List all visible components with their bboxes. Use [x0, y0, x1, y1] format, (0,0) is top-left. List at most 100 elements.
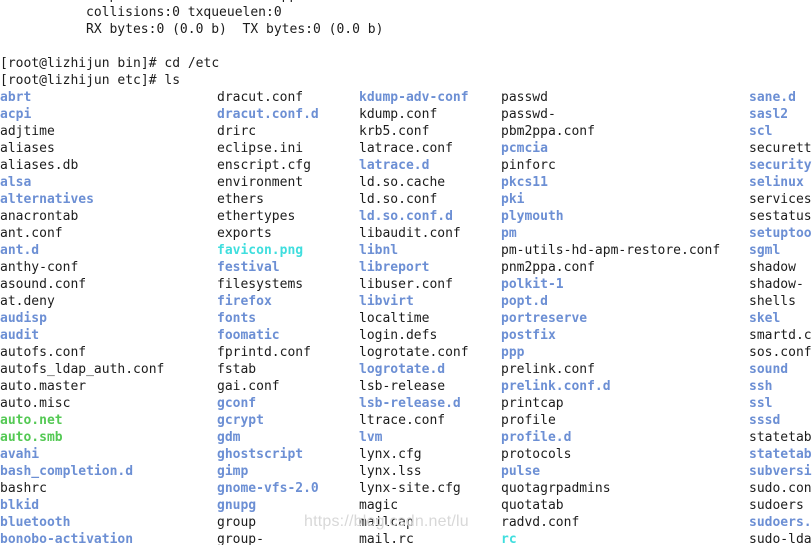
- ls-row: asound.conf filesystems libuser.conf polkit…: [0, 276, 812, 293]
- ls-entry-file: shadow-: [749, 277, 804, 292]
- ls-entry-file: libaudit.conf: [359, 226, 461, 241]
- ls-entry-file: pm-utils-hd-apm-restore.conf: [501, 243, 721, 258]
- ls-entry-file: shadow: [749, 260, 796, 275]
- ls-row: bash_completion.d gimp lynx.lss pulse subver…: [0, 463, 812, 480]
- ls-row: alsa environment ld.so.cache pkcs11 selinux: [0, 174, 812, 191]
- ls-entry-file: lynx.lss: [359, 464, 422, 479]
- ls-entry-file: ant.conf: [0, 226, 63, 241]
- ls-row: autofs_ldap_auth.conf fstab logrotate.d pre…: [0, 361, 812, 378]
- ls-entry-dir: sudoers.d: [749, 515, 812, 530]
- ls-row: bluetooth group mailcap radvd.conf sudoers.d: [0, 514, 812, 531]
- ls-row: acpi dracut.conf.d kdump.conf passwd-sasl2: [0, 106, 812, 123]
- ls-entry-file: services: [749, 192, 812, 207]
- ls-entry-image: rc: [501, 532, 517, 545]
- ls-row: anacrontab ethertypes ld.so.conf.d plymouth…: [0, 208, 812, 225]
- shell-command: ls: [164, 73, 181, 88]
- ls-entry-dir: kdump-adv-conf: [359, 90, 469, 105]
- ls-entry-dir: prelink.conf.d: [501, 379, 611, 394]
- ls-entry-dir: fonts: [217, 311, 257, 326]
- ls-entry-dir: gnome-vfs-2.0: [217, 481, 319, 496]
- ls-entry-dir: alternatives: [0, 192, 94, 207]
- ls-entry-file: sos.conf: [749, 345, 812, 360]
- ls-entry-dir: alsa: [0, 175, 32, 190]
- shell-prompt: [root@lizhijun etc]#: [0, 73, 165, 88]
- ls-entry-file: ltrace.conf: [359, 413, 446, 428]
- ls-entry-file: libuser.conf: [359, 277, 453, 292]
- ls-entry-file: pbm2ppa.conf: [501, 124, 595, 139]
- ls-entry-file: smartd.conf: [749, 328, 812, 343]
- ls-entry-file: mailcap: [359, 515, 414, 530]
- ls-row: at.deny firefox libvirt popt.d shells: [0, 293, 812, 310]
- ls-entry-dir: firefox: [217, 294, 272, 309]
- ls-row: aliases.db enscript.cfg latrace.d pinforc se…: [0, 157, 812, 174]
- ifconfig-line: RX bytes:0 (0.0 b) TX bytes:0 (0.0 b): [0, 21, 812, 38]
- ifconfig-line-text: RX bytes:0 (0.0 b) TX bytes:0 (0.0 b): [86, 22, 384, 37]
- ls-entry-dir: scl: [749, 124, 773, 139]
- ls-entry-file: krb5.conf: [359, 124, 430, 139]
- ls-entry-file: anacrontab: [0, 209, 79, 224]
- ls-entry-file: autofs_ldap_auth.conf: [0, 362, 165, 377]
- ls-row: aliases eclipse.ini latrace.conf pcmcia secu…: [0, 140, 812, 157]
- ls-entry-file: exports: [217, 226, 272, 241]
- ls-entry-file: ethertypes: [217, 209, 296, 224]
- ifconfig-line: collisions:0 txqueuelen:0: [0, 4, 812, 21]
- ls-entry-file: enscript.cfg: [217, 158, 311, 173]
- ls-entry-file: logrotate.conf: [359, 345, 469, 360]
- ls-entry-dir: pkcs11: [501, 175, 548, 190]
- ls-entry-dir: sasl2: [749, 107, 789, 122]
- ls-entry-dir: libvirt: [359, 294, 414, 309]
- ls-entry-file: gai.conf: [217, 379, 280, 394]
- ls-row: auto.smb gdm lvm profile.d statetab: [0, 429, 812, 446]
- ls-entry-file: filesystems: [217, 277, 304, 292]
- ls-entry-dir: skel: [749, 311, 781, 326]
- ls-entry-dir: ssh: [749, 379, 773, 394]
- ls-entry-file: passwd-: [501, 107, 556, 122]
- ls-entry-dir: acpi: [0, 107, 32, 122]
- ls-entry-file: radvd.conf: [501, 515, 580, 530]
- ls-entry-exec: auto.net: [0, 413, 63, 428]
- ls-entry-file: eclipse.ini: [217, 141, 304, 156]
- prompt-line[interactable]: [root@lizhijun bin]# cd /etc: [0, 55, 812, 72]
- ls-entry-file: latrace.conf: [359, 141, 453, 156]
- ls-entry-dir: bluetooth: [0, 515, 71, 530]
- ls-entry-file: environment: [217, 175, 304, 190]
- ls-row: auto.net gcrypt ltrace.conf profile sssd: [0, 412, 812, 429]
- ls-entry-dir: dracut.conf.d: [217, 107, 319, 122]
- ls-row: avahi ghostscript lynx.cfg protocols stateta…: [0, 446, 812, 463]
- ls-entry-dir: ld.so.conf.d: [359, 209, 453, 224]
- ls-entry-dir: gconf: [217, 396, 257, 411]
- ls-entry-file: login.defs: [359, 328, 438, 343]
- ls-entry-dir: profile.d: [501, 430, 572, 445]
- ls-entry-dir: subversion: [749, 464, 812, 479]
- ls-entry-dir: blkid: [0, 498, 40, 513]
- prompt-line[interactable]: [root@lizhijun etc]# ls: [0, 72, 812, 89]
- shell-command: cd /etc: [164, 56, 220, 71]
- ls-entry-dir: logrotate.d: [359, 362, 446, 377]
- terminal-window[interactable]: TX packets:0 errors:0 dropped:0 overruns…: [0, 0, 812, 545]
- ls-row: bonobo-activation group-mail.rc rc sudo-lda…: [0, 531, 812, 545]
- ls-row: ant.conf exports libaudit.conf pm setuptool: [0, 225, 812, 242]
- ls-entry-file: fprintd.conf: [217, 345, 311, 360]
- ls-entry-dir: libreport: [359, 260, 430, 275]
- ls-entry-file: adjtime: [0, 124, 55, 139]
- ls-entry-file: aliases: [0, 141, 55, 156]
- ls-entry-dir: pcmcia: [501, 141, 548, 156]
- ls-entry-file: sestatus: [749, 209, 812, 224]
- ls-entry-file: protocols: [501, 447, 572, 462]
- ls-entry-dir: pulse: [501, 464, 541, 479]
- ls-row: abrt dracut.conf kdump-adv-conf passwd sane.…: [0, 89, 812, 106]
- ls-entry-file: autofs.conf: [0, 345, 87, 360]
- ls-entry-dir: setuptool: [749, 226, 812, 241]
- ls-row: alternatives ethers ld.so.conf pki services: [0, 191, 812, 208]
- ls-entry-file: drirc: [217, 124, 257, 139]
- ls-entry-file: quotatab: [501, 498, 564, 513]
- ls-entry-dir: gdm: [217, 430, 241, 445]
- ls-entry-file: mail.rc: [359, 532, 414, 545]
- ls-entry-file: bashrc: [0, 481, 47, 496]
- ls-row: adjtime drirc krb5.conf pbm2ppa.conf scl: [0, 123, 812, 140]
- ls-entry-image: favicon.png: [217, 243, 304, 258]
- ls-entry-dir: plymouth: [501, 209, 564, 224]
- ls-entry-file: passwd: [501, 90, 548, 105]
- ls-entry-file: group-: [217, 532, 264, 545]
- ls-entry-dir: gnupg: [217, 498, 257, 513]
